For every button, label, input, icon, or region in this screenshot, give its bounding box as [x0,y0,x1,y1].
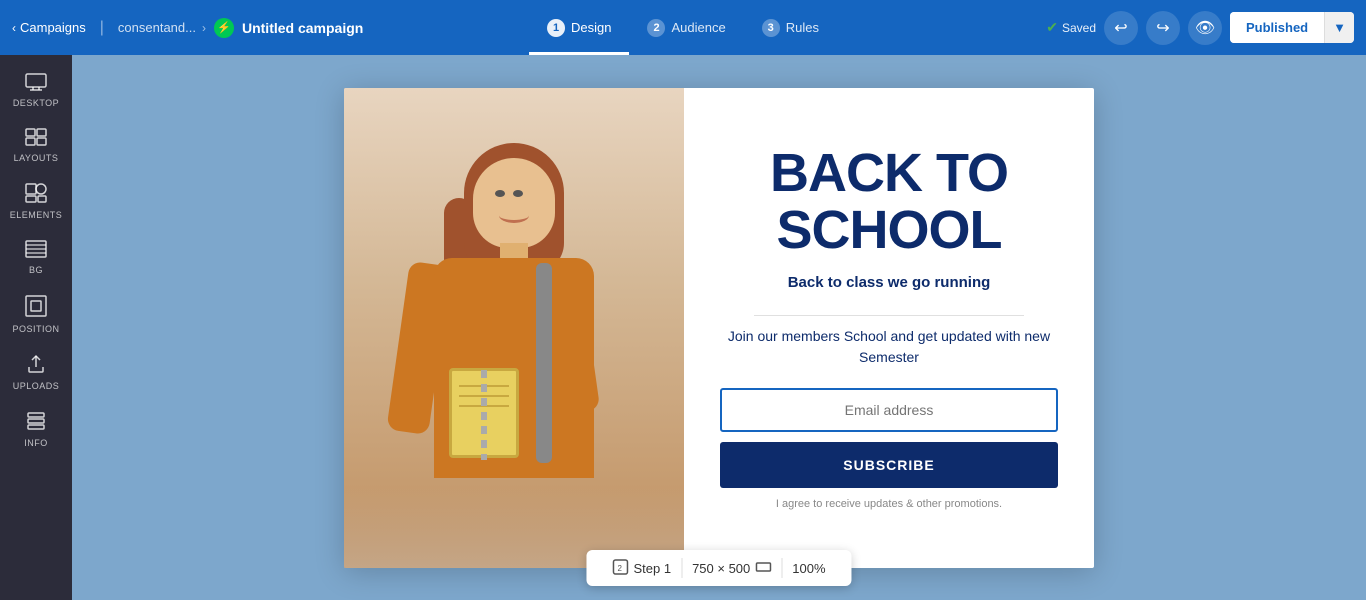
popup-description: Join our members School and get updated … [720,326,1058,368]
position-icon [25,295,47,320]
saved-label: Saved [1062,21,1096,35]
zoom-display: 100% [782,561,835,576]
dimensions-icon [755,560,771,576]
chevron-left-icon: ‹ [12,21,16,35]
dimensions-value: 750 × 500 [692,561,750,576]
sidebar-info-label: INFO [24,438,48,448]
check-icon: ✔ [1046,19,1058,36]
canvas-area: BACK TO SCHOOL Back to class we go runni… [72,55,1366,600]
tab-design-num: 1 [547,19,565,37]
sidebar-item-elements[interactable]: ELEMENTS [0,173,72,230]
subscribe-button[interactable]: SUBSCRIBE [720,442,1058,488]
campaigns-link[interactable]: ‹ Campaigns [12,20,86,35]
sidebar-item-info[interactable]: INFO [0,401,72,458]
info-icon [26,411,46,434]
nav-tabs: 1 Design 2 Audience 3 Rules [529,0,837,55]
elements-icon [25,183,47,206]
popup-image-panel [344,88,684,568]
zoom-value: 100% [792,561,825,576]
sidebar-item-position[interactable]: POSITION [0,285,72,344]
step-icon: 2 [612,559,628,578]
saved-indicator: ✔ Saved [1046,19,1096,36]
tab-design[interactable]: 1 Design [529,0,629,55]
sidebar-position-label: POSITION [12,324,59,334]
tab-design-label: Design [571,20,611,35]
nav-right-section: ✔ Saved ↩ ↪ 👁 Published ▼ [1046,11,1354,45]
step-indicator: 2 Step 1 [602,559,681,578]
bottom-status-bar: 2 Step 1 750 × 500 100% [586,550,851,586]
sidebar-item-desktop[interactable]: DESKTOP [0,63,72,118]
chevron-right-icon: › [202,21,206,35]
dimensions-display: 750 × 500 [682,560,781,576]
uploads-icon [26,354,46,377]
publish-button[interactable]: Published [1230,12,1324,43]
campaign-title[interactable]: Untitled campaign [242,20,363,36]
sidebar-desktop-label: DESKTOP [13,98,59,108]
preview-button[interactable]: 👁 [1188,11,1222,45]
publish-button-group: Published ▼ [1230,12,1354,43]
sidebar-item-bg[interactable]: BG [0,230,72,285]
tab-audience-num: 2 [648,19,666,37]
tab-audience-label: Audience [672,20,726,35]
redo-button[interactable]: ↪ [1146,11,1180,45]
popup-subtitle: Back to class we go running [788,274,991,291]
bg-icon [25,240,47,261]
tab-rules-num: 3 [762,19,780,37]
email-input[interactable] [720,388,1058,432]
layouts-icon [25,128,47,149]
sidebar-item-uploads[interactable]: UPLOADS [0,344,72,401]
sidebar-bg-label: BG [29,265,43,275]
publish-dropdown-button[interactable]: ▼ [1324,12,1354,43]
sidebar-item-layouts[interactable]: LAYOUTS [0,118,72,173]
sidebar: DESKTOP LAYOUTS [0,55,72,600]
popup-card: BACK TO SCHOOL Back to class we go runni… [344,88,1094,568]
campaigns-label: Campaigns [20,20,86,35]
agree-text: I agree to receive updates & other promo… [776,498,1002,510]
tab-rules[interactable]: 3 Rules [744,0,837,55]
step-label: Step 1 [633,561,671,576]
popup-content-panel: BACK TO SCHOOL Back to class we go runni… [684,88,1094,568]
undo-button[interactable]: ↩ [1104,11,1138,45]
student-photo [344,88,684,568]
popup-title: BACK TO SCHOOL [720,145,1058,258]
campaign-badge: ⚡ [214,18,234,38]
desktop-icon [25,73,47,94]
main-area: DESKTOP LAYOUTS [0,55,1366,600]
nav-separator: | [100,19,104,37]
tab-audience[interactable]: 2 Audience [630,0,744,55]
sidebar-uploads-label: UPLOADS [13,381,60,391]
breadcrumb-org[interactable]: consentand... › [118,20,206,35]
sidebar-elements-label: ELEMENTS [10,210,63,220]
tab-rules-label: Rules [786,20,819,35]
sidebar-layouts-label: LAYOUTS [14,153,59,163]
svg-text:2: 2 [617,564,622,573]
top-navigation: ‹ Campaigns | consentand... › ⚡ Untitled… [0,0,1366,55]
